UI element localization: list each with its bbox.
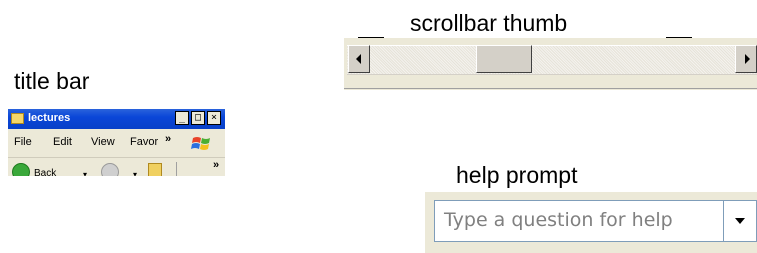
scrollbar-bottom-edge <box>344 88 757 89</box>
title-bar[interactable]: lectures _ □ × <box>8 109 225 129</box>
windows-logo-icon <box>191 137 210 150</box>
menu-file[interactable]: File <box>14 136 32 148</box>
minimize-button[interactable]: _ <box>175 111 189 125</box>
help-question-input[interactable]: Type a question for help <box>434 200 724 242</box>
scroll-right-arrow-icon[interactable] <box>735 45 757 73</box>
scrollbar-caption: scrollbar thumb <box>410 10 568 36</box>
back-arrow-icon[interactable] <box>12 163 30 176</box>
maximize-button[interactable]: □ <box>191 111 205 125</box>
menu-edit[interactable]: Edit <box>53 136 72 148</box>
scroll-left-arrow-icon[interactable] <box>348 45 370 73</box>
help-caption: help prompt <box>456 162 578 188</box>
titlebar-caption: title bar <box>14 68 90 94</box>
forward-arrow-icon[interactable] <box>101 163 119 176</box>
back-label[interactable]: Back <box>34 168 56 176</box>
help-dropdown-arrow-icon[interactable] <box>724 200 757 242</box>
menu-favorites[interactable]: Favor <box>130 136 158 148</box>
menu-view[interactable]: View <box>91 136 115 148</box>
close-button[interactable]: × <box>207 111 221 125</box>
up-folder-icon[interactable] <box>148 163 162 176</box>
toolbar-separator <box>176 162 177 176</box>
forward-dropdown-icon[interactable]: ▾ <box>133 170 137 176</box>
toolbar-overflow-chevron-icon[interactable]: » <box>213 159 219 171</box>
scrollbar-thumb[interactable] <box>476 45 532 73</box>
toolbar: Back ▾ ▾ » <box>8 158 225 176</box>
explorer-window: lectures _ □ × File Edit View Favor » Ba… <box>8 109 225 176</box>
menu-overflow-chevron-icon[interactable]: » <box>165 133 171 145</box>
window-title: lectures <box>28 112 71 124</box>
back-dropdown-icon[interactable]: ▾ <box>83 170 87 176</box>
menu-bar: File Edit View Favor » <box>8 129 225 158</box>
folder-icon <box>11 113 24 124</box>
scrollbar-track[interactable] <box>347 45 757 75</box>
